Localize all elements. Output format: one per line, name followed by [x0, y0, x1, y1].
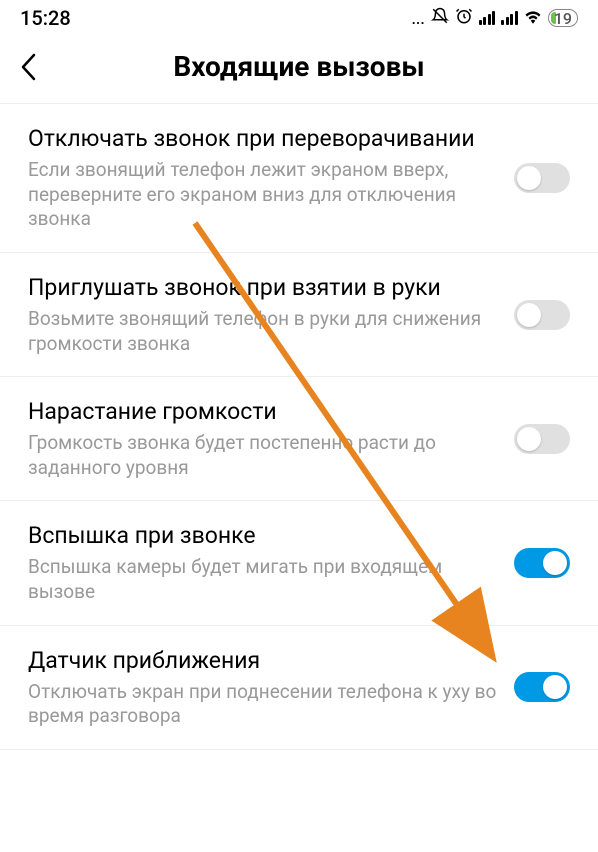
toggle-pickup-to-reduce[interactable]: [514, 300, 570, 330]
battery-indicator: 19: [548, 9, 578, 27]
setting-proximity-sensor[interactable]: Датчик приближения Отключать экран при п…: [0, 626, 598, 750]
setting-subtitle: Вспышка камеры будет мигать при входящем…: [28, 555, 498, 604]
toggle-knob: [517, 166, 541, 190]
setting-subtitle: Отключать экран при поднесении телефона …: [28, 680, 498, 729]
setting-text: Вспышка при звонке Вспышка камеры будет …: [28, 521, 498, 604]
setting-subtitle: Громкость звонка будет постепенно расти …: [28, 431, 498, 480]
signal-bars-1: [479, 11, 496, 25]
setting-subtitle: Если звонящий телефон лежит экраном ввер…: [28, 158, 498, 232]
status-dots: ...: [411, 9, 424, 28]
setting-text: Датчик приближения Отключать экран при п…: [28, 646, 498, 729]
setting-pickup-to-reduce[interactable]: Приглушать звонок при взятии в руки Возь…: [0, 253, 598, 377]
status-time: 15:28: [20, 6, 71, 30]
toggle-ascending-volume[interactable]: [514, 424, 570, 454]
toggle-proximity-sensor[interactable]: [514, 672, 570, 702]
wifi-icon: [524, 9, 542, 28]
setting-flip-to-silence[interactable]: Отключать звонок при переворачивании Есл…: [0, 104, 598, 253]
setting-text: Нарастание громкости Громкость звонка бу…: [28, 397, 498, 480]
toggle-knob: [517, 427, 541, 451]
toggle-flip-to-silence[interactable]: [514, 163, 570, 193]
signal-bars-2: [501, 11, 518, 25]
page-title: Входящие вызовы: [20, 50, 578, 83]
setting-subtitle: Возьмите звонящий телефон в руки для сни…: [28, 307, 498, 356]
status-icons: ... 19: [411, 7, 578, 29]
vibrate-icon: [431, 7, 449, 29]
alarm-icon: [455, 7, 473, 29]
setting-ascending-volume[interactable]: Нарастание громкости Громкость звонка бу…: [0, 377, 598, 501]
status-bar: 15:28 ...: [0, 0, 598, 36]
header: Входящие вызовы: [0, 36, 598, 104]
setting-text: Отключать звонок при переворачивании Есл…: [28, 124, 498, 232]
settings-list: Отключать звонок при переворачивании Есл…: [0, 104, 598, 750]
setting-flash-on-call[interactable]: Вспышка при звонке Вспышка камеры будет …: [0, 501, 598, 625]
toggle-knob: [543, 675, 567, 699]
toggle-flash-on-call[interactable]: [514, 548, 570, 578]
setting-title: Нарастание громкости: [28, 397, 498, 427]
setting-title: Датчик приближения: [28, 646, 498, 676]
toggle-knob: [543, 551, 567, 575]
setting-title: Вспышка при звонке: [28, 521, 498, 551]
toggle-knob: [517, 303, 541, 327]
setting-title: Отключать звонок при переворачивании: [28, 124, 498, 154]
setting-text: Приглушать звонок при взятии в руки Возь…: [28, 273, 498, 356]
setting-title: Приглушать звонок при взятии в руки: [28, 273, 498, 303]
